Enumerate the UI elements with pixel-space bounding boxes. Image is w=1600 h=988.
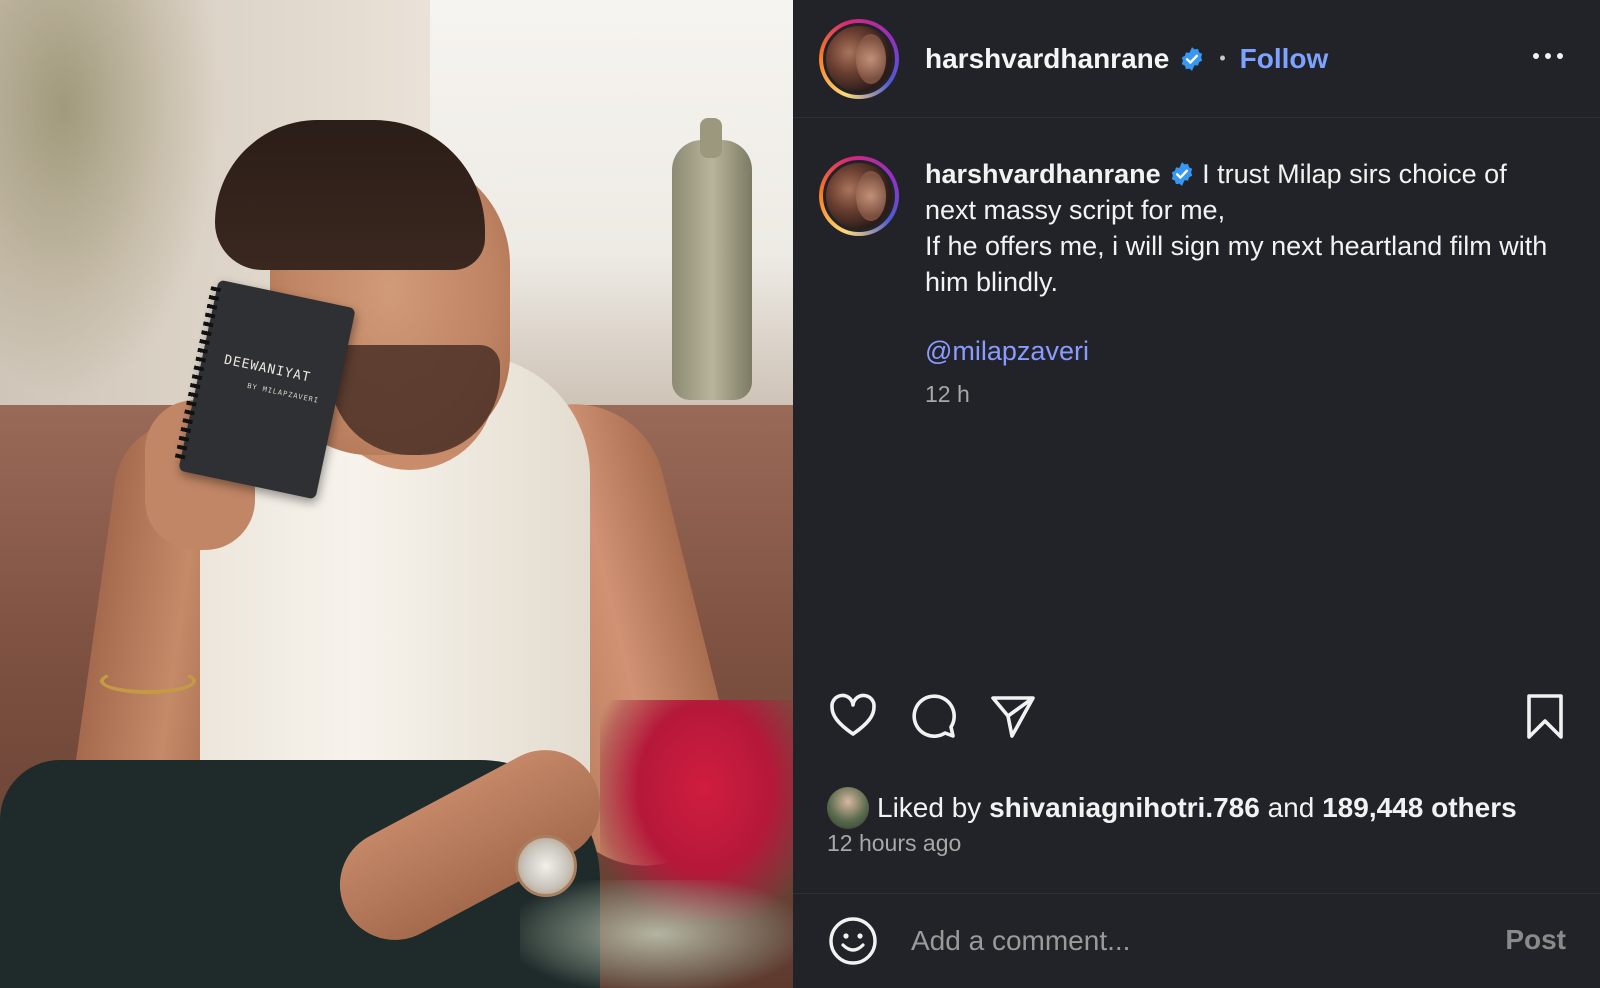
post-comment-button[interactable]: Post [1505,924,1566,956]
bookmark-icon[interactable] [1519,690,1571,742]
comment-bar: Post [793,893,1600,988]
notebook-title: DEEWANIYAT [222,352,313,386]
action-bar [793,690,1600,750]
verified-badge-icon [1171,162,1192,186]
liker-username[interactable]: shivaniagnihotri.786 [989,792,1260,824]
post-caption: harshvardhanrane I trust Milap sirs choi… [819,156,1579,408]
caption-timestamp: 12 h [925,381,970,407]
emoji-icon[interactable] [827,915,879,967]
caption-avatar[interactable] [819,156,899,236]
verified-badge-icon [1182,46,1203,71]
follow-button[interactable]: Follow [1240,43,1329,75]
header-username[interactable]: harshvardhanrane [925,43,1169,75]
post-timestamp: 12 hours ago [827,830,962,856]
post-image[interactable]: DEEWANIYAT BY MILAPZAVERI [0,0,793,988]
more-options-icon[interactable] [1530,42,1566,70]
avatar[interactable] [819,18,899,99]
comment-input[interactable] [911,916,1471,966]
caption-username[interactable]: harshvardhanrane [925,159,1161,189]
instagram-post: DEEWANIYAT BY MILAPZAVERI harshvardhanra… [0,0,1600,988]
liker-avatar[interactable] [827,787,869,829]
mention-link[interactable]: @milapzaveri [925,336,1565,367]
send-icon[interactable] [987,690,1039,742]
separator-dot: • [1219,48,1226,68]
post-details-panel: harshvardhanrane • Follow harshvardhanra… [793,0,1600,988]
heart-icon[interactable] [827,690,879,742]
likes-summary: Liked by shivaniagnihotri.786 and 189,44… [827,787,1517,829]
bracelet [100,668,196,694]
vase [672,118,752,400]
post-header: harshvardhanrane • Follow [793,0,1600,118]
likes-count[interactable]: 189,448 others [1322,792,1517,824]
comment-icon[interactable] [907,690,959,742]
